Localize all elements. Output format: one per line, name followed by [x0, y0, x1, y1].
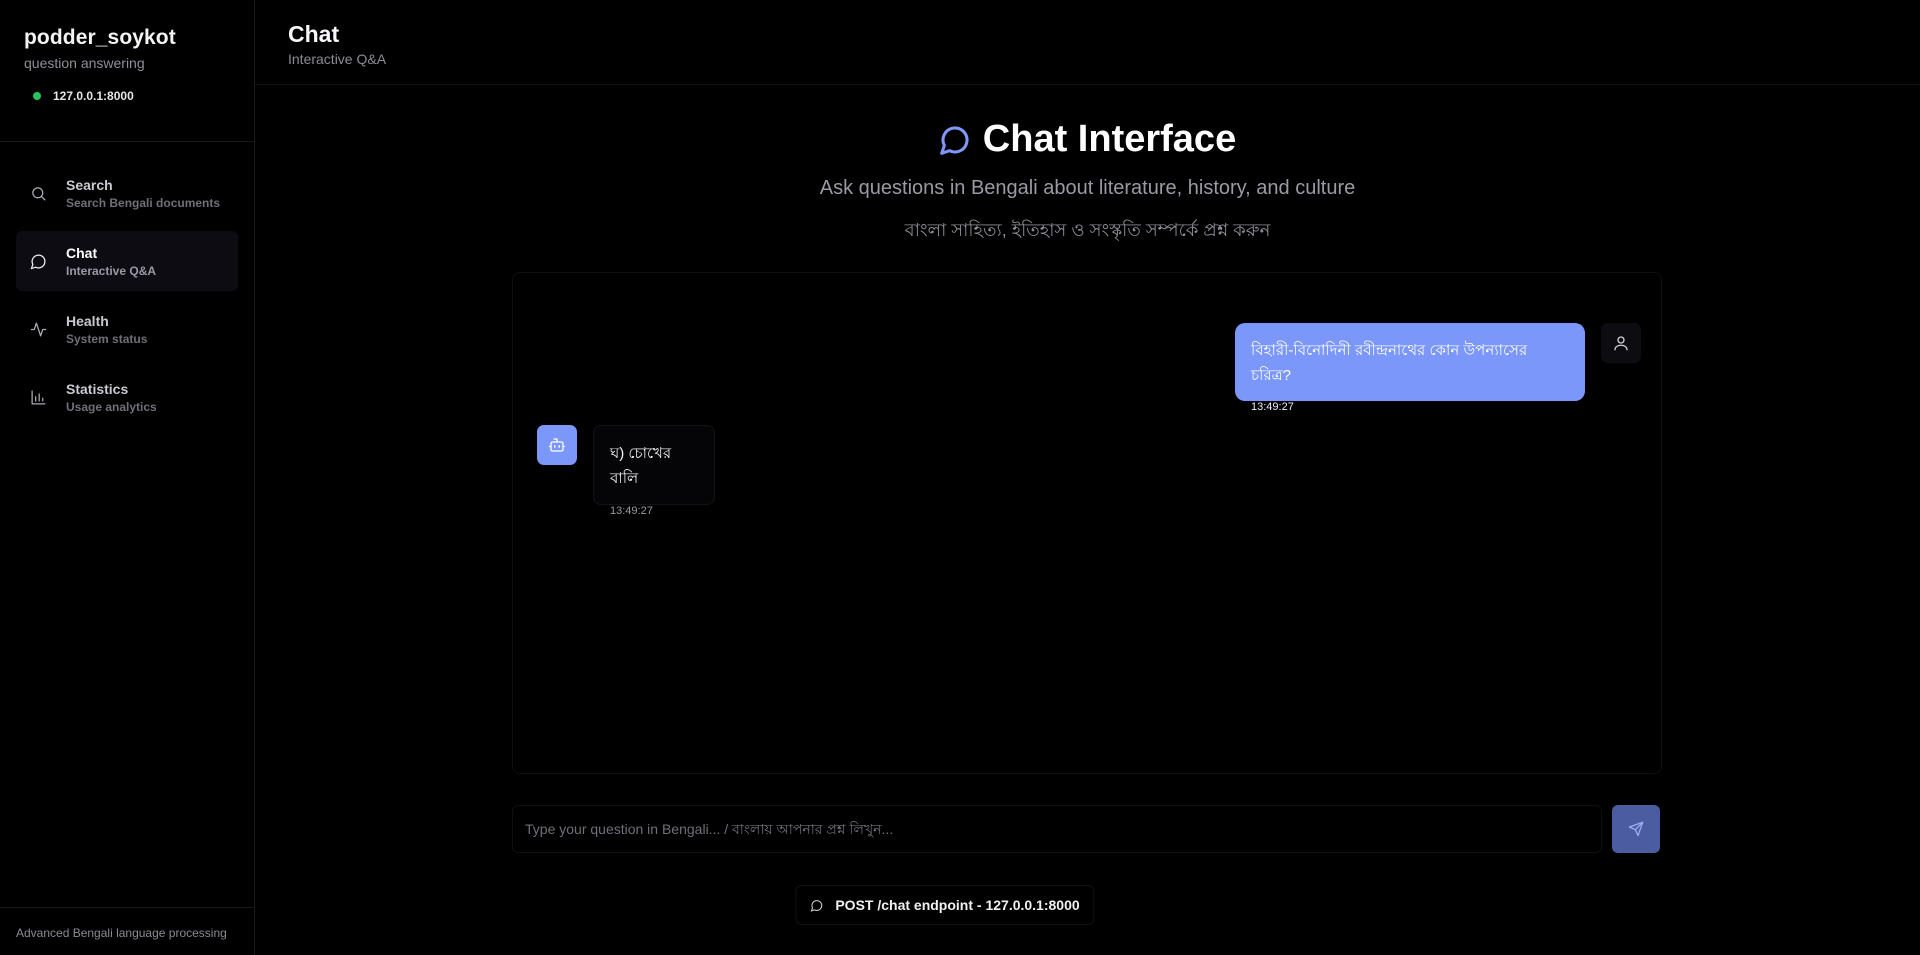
sidebar-item-sublabel: Interactive Q&A — [66, 263, 157, 278]
sidebar-item-label: Health — [66, 312, 109, 329]
chat-bubble-icon — [28, 251, 48, 271]
sidebar-item-sublabel: System status — [66, 331, 148, 346]
user-message-bubble: বিহারী-বিনোদিনী রবীন্দ্রনাথের কোন উপন্যা… — [1235, 323, 1585, 413]
user-message-text: বিহারী-বিনোদিনী রবীন্দ্রনাথের কোন উপন্যা… — [1251, 342, 1528, 384]
user-message-time: 13:49:27 — [1251, 401, 1294, 413]
sidebar-item-text: Search Search Bengali documents — [66, 177, 220, 210]
send-button[interactable] — [1612, 805, 1660, 853]
user-avatar — [1601, 323, 1641, 363]
endpoint-badge: POST /chat endpoint - 127.0.0.1:8000 — [795, 885, 1095, 925]
chat-input[interactable] — [512, 805, 1602, 853]
chat-bubble-icon — [810, 899, 823, 912]
send-icon — [1628, 821, 1644, 837]
bot-message: ঘ) চোখের বালি 13:49:27 — [537, 425, 715, 517]
page-title: Chat — [288, 21, 340, 47]
hero-subtitle-bengali: বাংলা সাহিত্য, ইতিহাস ও সংস্কৃতি সম্পর্ক… — [904, 220, 1271, 240]
chat-hero: Chat Interface Ask questions in Bengali … — [255, 118, 1920, 247]
page-header: Chat Interactive Q&A — [255, 0, 1920, 85]
sidebar-item-text: Statistics Usage analytics — [66, 381, 157, 414]
brand-subtitle: question answering — [24, 55, 145, 71]
status-dot-icon — [33, 92, 41, 100]
sidebar: podder_soykot question answering 127.0.0… — [0, 0, 255, 955]
brand-title: podder_soykot — [24, 26, 176, 49]
user-message: বিহারী-বিনোদিনী রবীন্দ্রনাথের কোন উপন্যা… — [1235, 323, 1641, 413]
chat-bubble-icon — [939, 125, 969, 155]
sidebar-item-label: Search — [66, 176, 113, 193]
sidebar-item-text: Chat Interactive Q&A — [66, 245, 156, 278]
bot-avatar — [537, 425, 577, 465]
hero-title-row: Chat Interface — [939, 118, 1236, 161]
server-status: 127.0.0.1:8000 — [24, 89, 230, 103]
search-icon — [28, 183, 48, 203]
main-content: Chat Interactive Q&A Chat Interface Ask … — [255, 0, 1920, 955]
bot-message-time: 13:49:27 — [610, 505, 653, 517]
page-subtitle: Interactive Q&A — [288, 51, 387, 67]
sidebar-item-sublabel: Search Bengali documents — [66, 195, 221, 210]
sidebar-nav: Search Search Bengali documents Chat Int… — [0, 142, 254, 456]
sidebar-item-text: Health System status — [66, 313, 147, 346]
app-root: podder_soykot question answering 127.0.0… — [0, 0, 1920, 955]
sidebar-item-statistics[interactable]: Statistics Usage analytics — [16, 367, 238, 427]
hero-subtitle-english: Ask questions in Bengali about literatur… — [819, 177, 1356, 199]
endpoint-label: POST /chat endpoint - 127.0.0.1:8000 — [835, 897, 1080, 913]
chat-messages-panel[interactable]: বিহারী-বিনোদিনী রবীন্দ্রনাথের কোন উপন্যা… — [512, 272, 1662, 774]
sidebar-item-label: Statistics — [66, 380, 129, 397]
bot-message-text: ঘ) চোখের বালি — [610, 445, 672, 487]
sidebar-item-sublabel: Usage analytics — [66, 399, 157, 414]
sidebar-item-label: Chat — [66, 244, 98, 261]
bot-message-bubble: ঘ) চোখের বালি 13:49:27 — [593, 425, 715, 517]
sidebar-item-search[interactable]: Search Search Bengali documents — [16, 163, 238, 223]
brand-panel: podder_soykot question answering 127.0.0… — [0, 0, 254, 142]
sidebar-item-chat[interactable]: Chat Interactive Q&A — [16, 231, 238, 291]
sidebar-footer: Advanced Bengali language processing — [0, 907, 254, 955]
composer-row — [512, 805, 1660, 853]
bot-icon — [548, 438, 566, 452]
hero-title: Chat Interface — [982, 118, 1237, 160]
activity-icon — [28, 319, 48, 339]
user-icon — [1614, 336, 1628, 351]
server-address: 127.0.0.1:8000 — [53, 89, 134, 103]
bar-chart-icon — [28, 387, 48, 407]
sidebar-item-health[interactable]: Health System status — [16, 299, 238, 359]
